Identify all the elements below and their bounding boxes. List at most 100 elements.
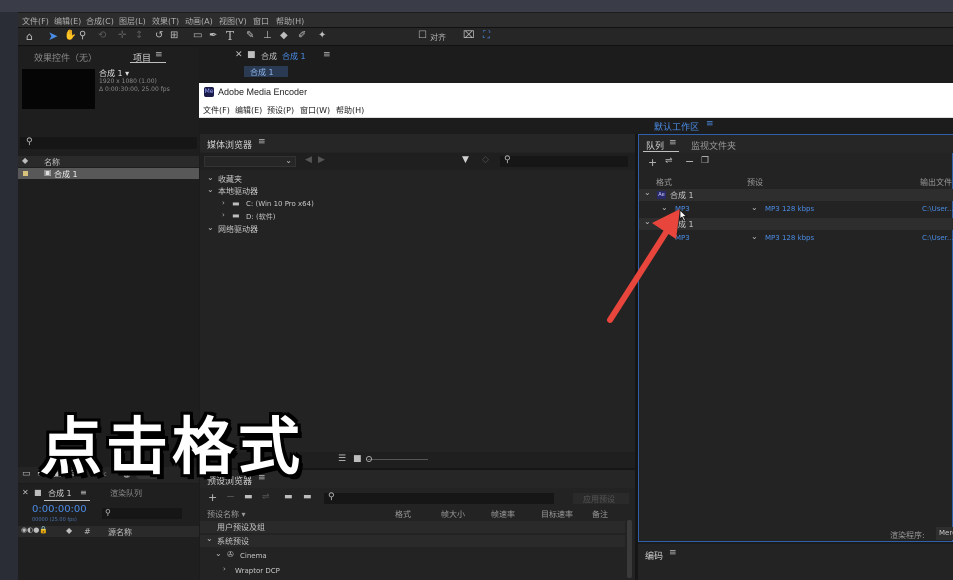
duplicate-icon[interactable]: ❐ xyxy=(701,156,709,166)
type-tool-icon[interactable]: T xyxy=(226,29,234,43)
queue-menu-icon[interactable]: ≡ xyxy=(669,138,677,148)
forward-arrow-icon[interactable]: ▶ xyxy=(318,155,325,165)
snap-checkbox-icon[interactable]: ☐ xyxy=(418,30,427,41)
tree-network-drives[interactable]: 网络驱动器 xyxy=(218,224,258,235)
encode-menu-icon[interactable]: ≡ xyxy=(669,548,677,558)
preset-col-size[interactable]: 帧大小 xyxy=(441,509,465,520)
preset-dropdown-2-chevron-icon[interactable]: ⌄ xyxy=(751,232,758,241)
remove-icon[interactable]: − xyxy=(685,155,694,168)
path-dropdown[interactable]: ⌄ xyxy=(204,156,296,167)
close-timeline-icon[interactable]: ✕ xyxy=(22,488,29,497)
home-icon[interactable]: ⌂ xyxy=(26,30,33,43)
media-search[interactable]: ⚲ xyxy=(500,155,628,167)
align-icon[interactable]: ⌧ xyxy=(463,30,475,41)
ame-menu-preset[interactable]: 预设(P) xyxy=(267,105,294,116)
expand-icon[interactable]: ⛶ xyxy=(483,30,490,41)
rectangle-tool-icon[interactable]: ▭ xyxy=(193,30,202,41)
orbit-tool-icon[interactable]: ⟲ xyxy=(98,30,106,41)
list-view-icon[interactable]: ☰ xyxy=(338,454,346,464)
workspace-menu-icon[interactable]: ≡ xyxy=(706,119,714,129)
favorites-chevron-icon[interactable]: ⌄ xyxy=(207,173,214,182)
ae-menu-file[interactable]: 文件(F) xyxy=(22,16,49,27)
interpret-footage-icon[interactable]: ▭ xyxy=(22,469,31,479)
item-2-preset[interactable]: MP3 128 kbps xyxy=(765,234,814,242)
pan-tool-icon[interactable]: ✛ xyxy=(118,30,126,41)
media-browser-menu-icon[interactable]: ≡ xyxy=(258,137,266,147)
preset-row-system[interactable]: ⌄ 系统预设 xyxy=(200,534,625,547)
item-1-preset[interactable]: MP3 128 kbps xyxy=(765,205,814,213)
comp-panel-menu-icon[interactable]: ≡ xyxy=(323,50,331,60)
tree-favorites[interactable]: 收藏夹 xyxy=(218,174,242,185)
comp-breadcrumb[interactable]: 合成 1 xyxy=(244,66,288,77)
hand-tool-icon[interactable]: ✋ xyxy=(64,30,76,41)
selection-tool-icon[interactable]: ➤ xyxy=(48,29,58,43)
preset-settings-toggle-icon[interactable]: ⇌ xyxy=(262,492,270,502)
icon-view-icon[interactable]: ■ xyxy=(353,454,362,464)
comp-tab-name[interactable]: 合成 1 xyxy=(282,51,306,62)
preset-col-fps[interactable]: 帧速率 xyxy=(491,509,515,520)
item-2-output[interactable]: C:\User... xyxy=(922,234,953,242)
zoom-slider[interactable] xyxy=(366,456,428,462)
drive-d-chevron-icon[interactable]: › xyxy=(222,211,225,219)
system-presets-chevron-icon[interactable]: ⌄ xyxy=(206,534,213,543)
project-item-row[interactable]: ▣ 合成 1 xyxy=(18,168,199,179)
preset-col-format[interactable]: 格式 xyxy=(395,509,411,520)
preset-col-target[interactable]: 目标速率 xyxy=(541,509,573,520)
eraser-tool-icon[interactable]: ◆ xyxy=(280,30,288,41)
project-search[interactable]: ⚲ xyxy=(20,137,197,149)
apply-preset-button[interactable]: 应用预设 xyxy=(573,493,629,504)
dolly-tool-icon[interactable]: ↕ xyxy=(135,30,143,41)
network-drives-chevron-icon[interactable]: ⌄ xyxy=(207,223,214,232)
comp-tab-label[interactable]: 合成 xyxy=(261,51,277,62)
ame-menu-file[interactable]: 文件(F) xyxy=(203,105,230,116)
local-drives-chevron-icon[interactable]: ⌄ xyxy=(207,185,214,194)
panel-menu-icon[interactable]: ≡ xyxy=(155,50,163,60)
ame-menu-edit[interactable]: 编辑(E) xyxy=(235,105,262,116)
queue-group-1[interactable]: ⌄ Ae 合成 1 xyxy=(639,188,953,201)
ae-menu-effect[interactable]: 效果(T) xyxy=(152,16,179,27)
tree-local-drives[interactable]: 本地驱动器 xyxy=(218,186,258,197)
rotate-tool-icon[interactable]: ↺ xyxy=(155,30,163,41)
ae-menu-animation[interactable]: 动画(A) xyxy=(185,16,213,27)
ae-menu-layer[interactable]: 图层(L) xyxy=(119,16,146,27)
timeline-tab[interactable]: 合成 1 xyxy=(48,488,72,499)
preset-row-user[interactable]: 用户预设及组 xyxy=(200,521,625,533)
tab-effect-controls[interactable]: 效果控件（无） xyxy=(34,51,97,64)
export-preset-icon[interactable]: ▬ xyxy=(303,492,312,502)
media-browser-title[interactable]: 媒体浏览器 xyxy=(207,138,252,151)
render-queue-tab[interactable]: 渲染队列 xyxy=(110,488,142,499)
anchor-tool-icon[interactable]: ⊞ xyxy=(170,30,178,41)
timeline-menu-icon[interactable]: ≡ xyxy=(80,488,87,497)
new-group-icon[interactable]: ▬ xyxy=(244,492,253,502)
ae-menu-view[interactable]: 视图(V) xyxy=(219,16,247,27)
add-source-icon[interactable]: + xyxy=(648,156,657,169)
ae-menu-window[interactable]: 窗口 xyxy=(253,16,269,27)
timeline-lock-icon[interactable]: ■ xyxy=(34,488,42,497)
group-1-chevron-icon[interactable]: ⌄ xyxy=(644,188,651,197)
tree-drive-c[interactable]: C: (Win 10 Pro x64) xyxy=(246,200,314,208)
ae-menu-help[interactable]: 帮助(H) xyxy=(276,16,304,27)
encode-title[interactable]: 编码 xyxy=(645,549,663,562)
timeline-search[interactable]: ⚲ xyxy=(102,508,182,519)
zoom-slider-handle[interactable] xyxy=(366,456,372,462)
preset-search[interactable]: ⚲ xyxy=(324,492,554,504)
preset-scrollbar[interactable] xyxy=(627,520,632,578)
tab-watch-folders[interactable]: 监视文件夹 xyxy=(691,139,736,152)
preset-settings-icon[interactable]: ⇌ xyxy=(665,156,673,166)
view-toggle-icon[interactable]: ◇ xyxy=(482,155,489,165)
preset-row-cinema[interactable]: ⌄ ✇ Cinema xyxy=(200,549,625,562)
pen-tool-icon[interactable]: ✒ xyxy=(209,30,217,41)
roto-tool-icon[interactable]: ✐ xyxy=(298,30,306,41)
lock-icon[interactable]: ■ xyxy=(247,50,256,60)
filter-icon[interactable]: ▼ xyxy=(462,155,469,165)
ae-menu-edit[interactable]: 编辑(E) xyxy=(54,16,81,27)
preset-dropdown-chevron-icon[interactable]: ⌄ xyxy=(751,203,758,212)
import-preset-icon[interactable]: ▬ xyxy=(284,492,293,502)
wraptor-chevron-icon[interactable]: › xyxy=(223,565,226,573)
preset-row-wraptor[interactable]: › Wraptor DCP xyxy=(200,565,625,577)
item-1-output[interactable]: C:\User... xyxy=(922,205,953,213)
close-icon[interactable]: ✕ xyxy=(235,50,243,60)
ame-menu-help[interactable]: 帮助(H) xyxy=(336,105,364,116)
ame-menu-window[interactable]: 窗口(W) xyxy=(300,105,330,116)
workspace-default[interactable]: 默认工作区 xyxy=(654,120,699,133)
